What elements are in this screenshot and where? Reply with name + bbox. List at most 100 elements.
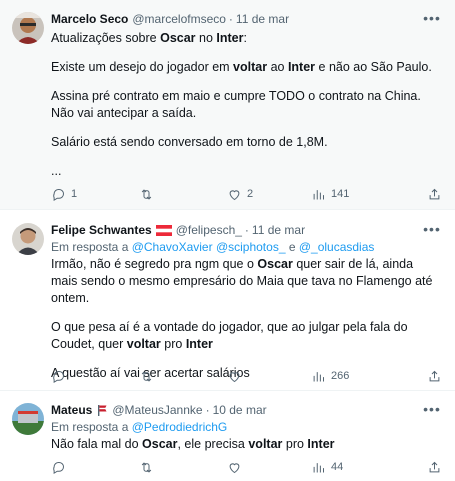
share-button[interactable] [427, 187, 442, 202]
share-button[interactable] [427, 460, 442, 475]
highlight-term: voltar [248, 437, 283, 451]
highlight-term: Oscar [257, 257, 293, 271]
tweet-paragraph: Assina pré contrato em maio e cumpre TOD… [51, 89, 421, 120]
text-span: e [285, 240, 299, 254]
text-span: Não fala mal do [51, 437, 143, 451]
text-span: no [195, 31, 217, 45]
like-count: 2 [247, 188, 254, 200]
reply-button[interactable]: 1 [51, 187, 77, 202]
separator: · [205, 403, 210, 417]
share-button[interactable] [427, 369, 442, 384]
tweet-paragraph: Não fala mal do Oscar, ele precisa volta… [51, 436, 441, 453]
retweet-button[interactable] [139, 187, 159, 202]
tweet-paragraph: Atualizações sobre Oscar no Inter: [51, 30, 441, 47]
tweet-actions: 266 [51, 367, 441, 385]
views-count: 141 [331, 188, 350, 200]
reply-icon [53, 461, 64, 474]
reply-context: Em resposta a @ChavoXavier @sciphotos_ e… [51, 239, 441, 255]
tweet-header: Felipe Schwantes @felipesch_ · 11 de mar [51, 222, 441, 238]
austria-flag-icon [155, 224, 172, 236]
reply-button[interactable] [51, 460, 71, 475]
highlight-term: Inter [287, 60, 316, 74]
tweet-text: Irmão, não é segredo pra ngm que o Oscar… [51, 256, 441, 382]
heart-icon [229, 371, 240, 382]
heart-icon [229, 462, 240, 473]
text-span: pro [282, 437, 308, 451]
display-name[interactable]: Felipe Schwantes [51, 222, 152, 238]
text-span: O que pesa aí é a vontade do jogador, qu… [51, 320, 408, 351]
tweet-date[interactable]: 10 de mar [213, 402, 267, 418]
highlight-term: Oscar [142, 437, 178, 451]
tweet-paragraph: O que pesa aí é a vontade do jogador, qu… [51, 319, 441, 353]
text-span: Atualizações sobre [51, 31, 161, 45]
separator: · [228, 12, 233, 26]
retweet-button[interactable] [139, 460, 159, 475]
tweet-date[interactable]: 11 de mar [236, 11, 289, 27]
views-count: 266 [331, 370, 350, 382]
user-handle[interactable]: @marcelofmseco [132, 11, 226, 27]
views-button[interactable]: 266 [311, 369, 349, 384]
text-span: , ele precisa [177, 437, 249, 451]
tweet-text: Atualizações sobre Oscar no Inter: Exist… [51, 30, 441, 180]
retweet-icon [141, 370, 152, 382]
more-horizontal-icon[interactable]: ••• [423, 222, 441, 240]
reply-prefix: Em resposta a [51, 420, 132, 434]
share-icon [429, 370, 440, 381]
flag-emoji-icon [98, 405, 107, 416]
user-handle[interactable]: @felipesch_ [176, 222, 242, 238]
highlight-term: voltar [233, 60, 268, 74]
tweet-actions: 44 [51, 458, 441, 476]
avatar[interactable] [12, 12, 44, 44]
reply-prefix: Em resposta a [51, 240, 132, 254]
highlight-term: Oscar [160, 31, 196, 45]
text-span: Irmão, não é segredo pra ngm que o [51, 257, 258, 271]
more-horizontal-icon[interactable]: ••• [423, 11, 441, 29]
like-button[interactable] [227, 369, 247, 384]
highlight-term: Inter [185, 337, 213, 351]
highlight-term: voltar [126, 337, 161, 351]
mention-link[interactable]: @sciphotos_ [216, 240, 286, 254]
share-icon [429, 461, 440, 472]
tweet-actions: 1 2 141 [51, 185, 441, 203]
reply-context: Em resposta a @PedrodiedrichG [51, 419, 441, 435]
tweet[interactable]: Mateus @MateusJannke · 10 de mar Em resp… [0, 391, 455, 481]
avatar[interactable] [12, 223, 44, 255]
mention-link[interactable]: @_olucasdias [299, 240, 375, 254]
text-span: pro [160, 337, 186, 351]
like-button[interactable] [227, 460, 247, 475]
highlight-term: Inter [216, 31, 244, 45]
retweet-icon [141, 461, 152, 473]
display-name[interactable]: Mateus [51, 402, 92, 418]
tweet-text: Não fala mal do Oscar, ele precisa volta… [51, 436, 441, 453]
tweet[interactable]: Marcelo Seco @marcelofmseco · 11 de mar … [0, 0, 455, 210]
more-horizontal-icon[interactable]: ••• [423, 402, 441, 420]
views-button[interactable]: 141 [311, 187, 349, 202]
like-button[interactable]: 2 [227, 187, 253, 202]
views-icon [313, 189, 324, 199]
tweet-paragraph: Existe um desejo do jogador em voltar ao… [51, 59, 441, 76]
display-name[interactable]: Marcelo Seco [51, 11, 128, 27]
mention-link[interactable]: @PedrodiedrichG [132, 420, 228, 434]
text-span: Existe um desejo do jogador em [51, 60, 234, 74]
reply-icon [53, 188, 64, 201]
tweet-paragraph: Irmão, não é segredo pra ngm que o Oscar… [51, 256, 441, 307]
views-button[interactable]: 44 [311, 460, 343, 475]
tweet-date[interactable]: 11 de mar [252, 222, 305, 238]
reply-count: 1 [71, 188, 78, 200]
mention-link[interactable]: @ChavoXavier [132, 240, 213, 254]
reply-button[interactable] [51, 369, 71, 384]
tweet-paragraph: ... [51, 164, 62, 178]
user-handle[interactable]: @MateusJannke [112, 402, 202, 418]
tweet[interactable]: Felipe Schwantes @felipesch_ · 11 de mar… [0, 210, 455, 391]
text-span: e não ao São Paulo. [315, 60, 432, 74]
retweet-button[interactable] [139, 369, 159, 384]
text-span: ao [267, 60, 288, 74]
views-icon [313, 462, 324, 472]
views-count: 44 [331, 461, 344, 473]
reply-icon [53, 370, 64, 383]
retweet-icon [141, 188, 152, 200]
highlight-term: Inter [307, 437, 335, 451]
tweet-header: Marcelo Seco @marcelofmseco · 11 de mar [51, 11, 441, 27]
tweet-header: Mateus @MateusJannke · 10 de mar [51, 402, 441, 418]
avatar[interactable] [12, 403, 44, 435]
